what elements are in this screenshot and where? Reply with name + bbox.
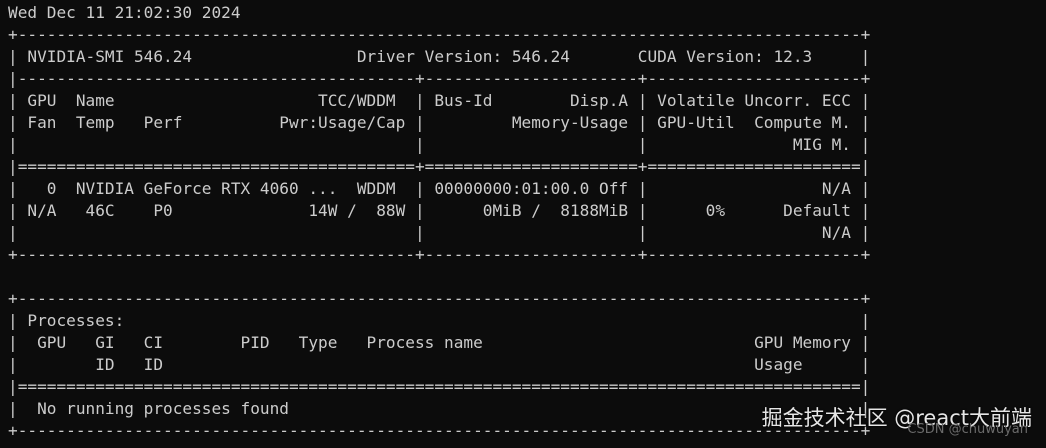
terminal-line-header-rule: |=======================================…: [8, 157, 871, 176]
terminal-line-column-headers-1: | GPU Name TCC/WDDM | Bus-Id Disp.A | Vo…: [8, 91, 871, 110]
terminal-line-processes-title: | Processes: |: [8, 311, 871, 330]
terminal-line-processes-headers-2: | ID ID Usage |: [8, 355, 871, 374]
terminal-line-processes-headers-1: | GPU GI CI PID Type Process name GPU Me…: [8, 333, 871, 352]
terminal-line-gpu-bottom-border: +---------------------------------------…: [8, 245, 871, 264]
terminal-line-gpu-row-3: | | | N/A |: [8, 223, 871, 242]
terminal-line-column-headers-2: | Fan Temp Perf Pwr:Usage/Cap | Memory-U…: [8, 113, 871, 132]
terminal-line-processes-rule: |=======================================…: [8, 377, 871, 396]
terminal-line-top-border: +---------------------------------------…: [8, 25, 871, 44]
terminal-line-timestamp: Wed Dec 11 21:02:30 2024: [8, 3, 241, 22]
terminal-output: Wed Dec 11 21:02:30 2024 +---------------…: [8, 2, 870, 442]
terminal-line-gpu-row-1: | 0 NVIDIA GeForce RTX 4060 ... WDDM | 0…: [8, 179, 871, 198]
terminal-line-no-processes: | No running processes found |: [8, 399, 871, 418]
terminal-line-version-header: | NVIDIA-SMI 546.24 Driver Version: 546.…: [8, 47, 871, 66]
terminal-line-processes-bottom-border: +---------------------------------------…: [8, 421, 871, 440]
terminal-line-separator: |---------------------------------------…: [8, 69, 871, 88]
watermark-subtext: CSDN @chuwuyan: [907, 422, 1028, 437]
terminal-line-gpu-row-2: | N/A 46C P0 14W / 88W | 0MiB / 8188MiB …: [8, 201, 871, 220]
terminal-line-processes-top-border: +---------------------------------------…: [8, 289, 871, 308]
terminal-line-column-headers-3: | | | MIG M. |: [8, 135, 871, 154]
terminal-window[interactable]: Wed Dec 11 21:02:30 2024 +---------------…: [0, 0, 1046, 448]
